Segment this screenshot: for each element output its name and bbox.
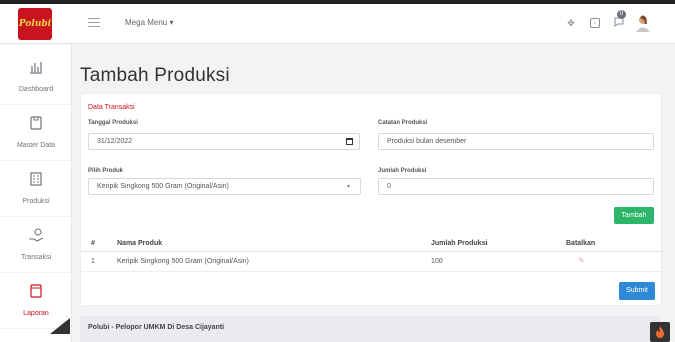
col-jumlah-produksi: Jumlah Produksi: [431, 240, 488, 247]
sidebar: Dashboard Master Data Produksi Transaksi…: [0, 45, 72, 342]
form-card: Data Transaksi Tanggal Produksi 31/12/20…: [80, 93, 663, 306]
section-title: Data Transaksi: [88, 104, 135, 111]
sidebar-item-label: Produksi: [22, 198, 50, 205]
jumlah-value: 0: [387, 183, 391, 190]
row-jumlah: 100: [431, 258, 443, 265]
logo-text: Polubi: [18, 19, 52, 29]
page-title: Tambah Produksi: [80, 65, 230, 86]
sidebar-item-label: Master Data: [16, 142, 56, 149]
row-nama-produk: Keripik Singkong 500 Gram (Original/Asin…: [117, 258, 249, 265]
produk-select[interactable]: Keripik Singkong 500 Gram (Original/Asin…: [88, 178, 361, 195]
building-icon: [30, 172, 42, 186]
chart-icon: [30, 62, 42, 74]
sidebar-item-label: Transaksi: [20, 254, 52, 261]
catatan-value: Produksi bulan desember: [387, 138, 467, 145]
topbar: Polubi Mega Menu ▾ ✥ ▫ 0: [0, 4, 675, 44]
row-no: 1: [91, 258, 95, 265]
footer: Polubi - Pelopor UMKM Di Desa Cijayanti: [80, 316, 660, 342]
col-batalkan: Batalkan: [566, 240, 596, 247]
tanggal-value: 31/12/2022: [97, 138, 133, 145]
mega-menu-label: Mega Menu: [125, 18, 168, 27]
sidebar-item-dashboard[interactable]: Dashboard: [0, 49, 72, 105]
produk-label: Pilih Produk: [88, 168, 124, 174]
fullscreen-icon[interactable]: ✥: [566, 18, 576, 28]
table-row: 1 Keripik Singkong 500 Gram (Original/As…: [81, 252, 663, 272]
jumlah-label: Jumlah Produksi: [378, 168, 427, 174]
jumlah-input[interactable]: 0: [378, 178, 654, 195]
hand-money-icon: [29, 228, 44, 242]
sidebar-item-master-data[interactable]: Master Data: [0, 105, 72, 161]
produk-value: Keripik Singkong 500 Gram (Original/Asin…: [97, 183, 229, 190]
tambah-button[interactable]: Tambah: [614, 207, 654, 224]
table-header: # Nama Produk Jumlah Produksi Batalkan: [81, 236, 663, 252]
report-icon: [30, 284, 42, 298]
chevron-down-icon: ▾: [346, 184, 350, 190]
apps-icon[interactable]: ▫: [590, 18, 600, 28]
user-avatar[interactable]: [635, 14, 651, 32]
footer-text: Polubi - Pelopor UMKM Di Desa Cijayanti: [88, 324, 225, 331]
fire-widget-button[interactable]: [650, 322, 670, 342]
col-no: #: [91, 240, 95, 247]
delete-icon[interactable]: ✎: [578, 256, 588, 266]
tanggal-label: Tanggal Produksi: [88, 120, 138, 126]
hamburger-menu-icon[interactable]: [88, 18, 100, 28]
sidebar-item-transaksi[interactable]: Transaksi: [0, 217, 72, 273]
clipboard-icon: [30, 116, 42, 130]
sidebar-item-label: Laporan: [23, 310, 49, 317]
fire-icon: [656, 326, 664, 338]
submit-button[interactable]: Submit: [619, 282, 655, 300]
tanggal-date-input[interactable]: 31/12/2022: [88, 133, 360, 150]
sidebar-item-label: Dashboard: [18, 86, 54, 93]
sidebar-toggle-corner[interactable]: [50, 318, 70, 334]
mega-menu-dropdown[interactable]: Mega Menu ▾: [125, 18, 174, 27]
catatan-label: Catatan Produksi: [378, 120, 428, 126]
calendar-icon[interactable]: [346, 138, 353, 145]
catatan-input[interactable]: Produksi bulan desember: [378, 133, 654, 150]
app-logo[interactable]: Polubi: [18, 8, 52, 40]
notification-badge: 0: [617, 10, 626, 19]
sidebar-item-produksi[interactable]: Produksi: [0, 161, 72, 217]
col-nama-produk: Nama Produk: [117, 240, 163, 247]
